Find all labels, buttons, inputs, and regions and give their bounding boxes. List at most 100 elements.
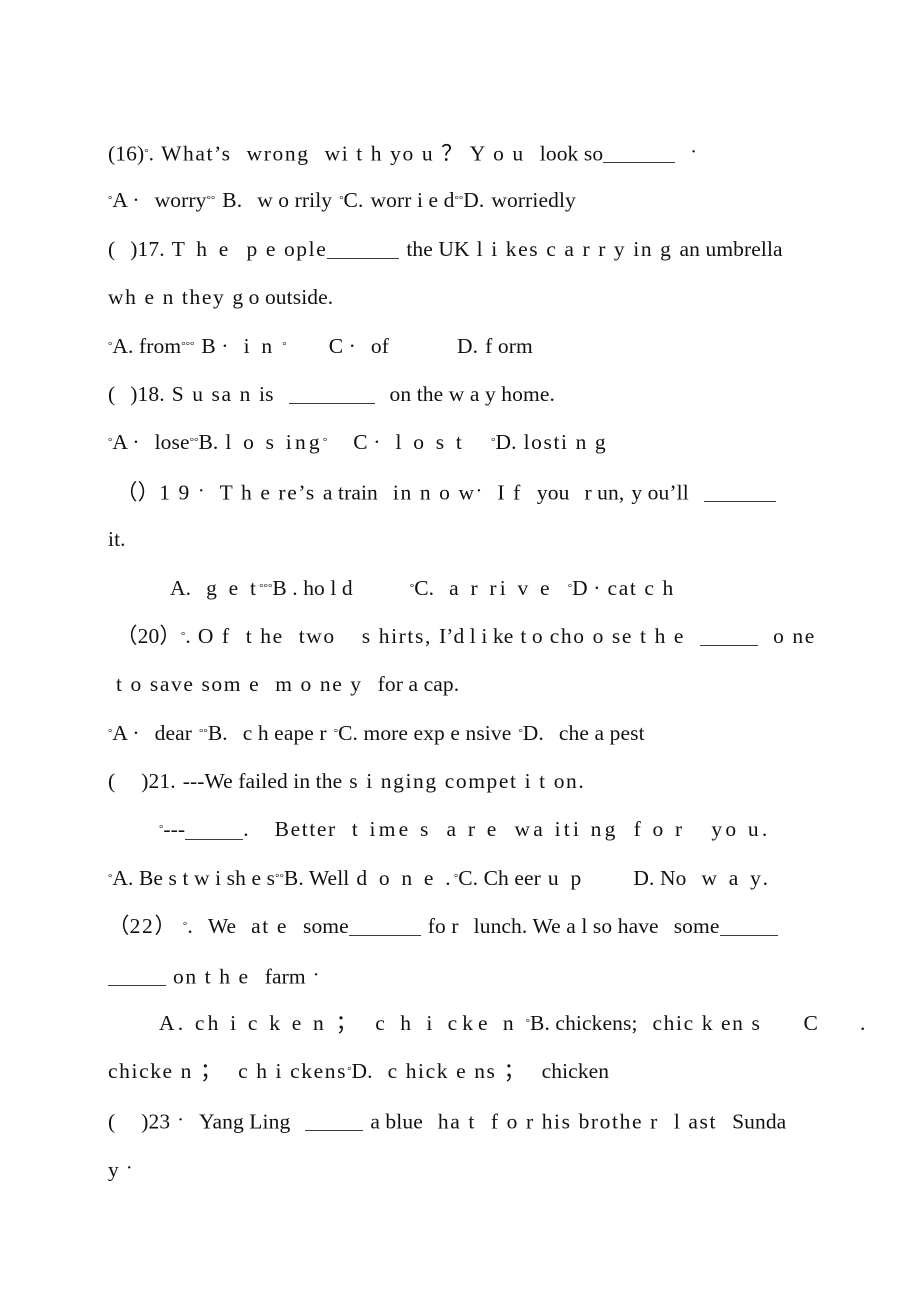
answer-blank-21[interactable] (185, 824, 244, 840)
option-17-d-label[interactable]: D. (457, 334, 478, 358)
question-17-stem-line-2: wh e n they g o outside. (108, 273, 832, 321)
option-22-c-part2[interactable]: chicke n ； (108, 1060, 223, 1084)
option-17-b-text[interactable]: i n (244, 334, 276, 358)
scan-separator-dot: °° (275, 871, 284, 884)
question-18-stem: ()18. S u sa n is on the w a y home. (108, 370, 832, 418)
q20-text-1: O f (197, 624, 231, 649)
q17-text-1: T h e (171, 236, 232, 261)
option-16-b-text[interactable]: w o rrily (257, 189, 332, 213)
option-21-b-label[interactable]: B. Well (284, 866, 349, 890)
option-20-a-label[interactable]: A · (112, 721, 139, 745)
q16-text-1: What’s (161, 141, 232, 166)
q20-text-2: t he (245, 624, 284, 649)
answer-blank-19[interactable] (703, 486, 776, 503)
q20-text-6: t o (520, 624, 543, 649)
option-22-a-part1[interactable]: A. ch i c k e n ； (159, 1011, 360, 1035)
answer-blank-23[interactable] (305, 1115, 364, 1132)
option-20-a-text[interactable]: dear (155, 721, 192, 745)
question-18-number: )18. (130, 381, 165, 406)
answer-blank-20[interactable] (700, 630, 759, 647)
q16-text-2: wrong (246, 141, 310, 166)
option-22-d-label[interactable]: D. (351, 1060, 372, 1084)
option-22-b-part1[interactable]: B. chickens; (530, 1011, 637, 1035)
option-16-a-text[interactable]: worry (155, 189, 207, 213)
option-17-b-label[interactable]: B · (201, 334, 228, 358)
question-16-options: °A · worry°° B. w o rrily °C. worr i e d°°D. w… (108, 176, 832, 224)
scan-separator-dot: ° (322, 436, 328, 449)
option-18-d-text[interactable]: losti n g (524, 431, 608, 455)
answer-blank-22a[interactable] (348, 920, 421, 937)
q21-line2-text-1: Better (274, 817, 337, 842)
q22-text-2: at e (251, 914, 288, 939)
answer-blank-18[interactable] (288, 388, 375, 404)
option-18-a-label[interactable]: A · (112, 431, 139, 455)
option-22-a-part2[interactable]: c h i cke n (375, 1011, 518, 1035)
q23-paren-open: ( (108, 1109, 116, 1134)
option-20-b-label[interactable]: B. (208, 721, 228, 745)
option-21-d-text[interactable]: w a y. (701, 866, 771, 890)
answer-blank-22b[interactable] (719, 920, 778, 937)
option-17-a[interactable]: A. from (112, 334, 181, 358)
option-18-b-label[interactable]: B. (198, 431, 218, 455)
option-21-d-label[interactable]: D. No (633, 866, 686, 890)
option-18-c-label[interactable]: C · (353, 431, 380, 455)
q23-text-1: Yang Ling (199, 1109, 291, 1134)
option-22-c-label[interactable]: C (803, 1011, 817, 1035)
option-22-d-part2[interactable]: c hick e ns ； (388, 1060, 527, 1084)
q18-text-3: on the w a y home. (389, 381, 555, 406)
option-19-c-label[interactable]: C. (414, 576, 434, 600)
answer-blank-17[interactable] (327, 243, 400, 259)
option-21-b-text[interactable]: d o n e . (356, 866, 453, 890)
option-17-d-text[interactable]: f orm (485, 334, 533, 358)
option-16-d-text[interactable]: worriedly (491, 189, 576, 213)
q20-paren-close: ） (159, 624, 181, 649)
option-20-d-text[interactable]: che a pest (559, 721, 645, 745)
q19-text-1: T h e re’s (219, 480, 316, 505)
scan-separator-dot: ° (282, 339, 287, 352)
option-18-b-text[interactable]: l o s ing (225, 431, 323, 455)
option-16-b-label[interactable]: B. (222, 189, 242, 213)
option-19-a-text[interactable]: g e t (206, 576, 259, 600)
option-17-c-label[interactable]: C · (329, 334, 356, 358)
option-19-c-text[interactable]: a r ri v e (449, 576, 553, 600)
scan-separator-dot: °° (454, 194, 464, 207)
option-16-c-label[interactable]: C. (344, 189, 364, 213)
question-22-options-line-2: chicke n ； c h i ckens°D. c hick e ns ； chi… (108, 1047, 832, 1095)
q22-text-5: lunch. We a l so have (473, 914, 659, 939)
option-21-c-label[interactable]: C. Ch eer (458, 866, 541, 890)
option-16-c-text[interactable]: worr i e d (370, 189, 454, 213)
option-20-d-label[interactable]: D. (523, 721, 544, 745)
option-18-c-text[interactable]: l o s t (395, 431, 465, 455)
q22-paren-open: （ (108, 914, 130, 939)
q22-line2-text-2: farm (264, 964, 306, 989)
option-19-d-label[interactable]: D · (572, 576, 600, 600)
question-20-stem-line-2: t o save som e m o ne y for a cap. (108, 660, 832, 708)
q19-dot: · (197, 479, 205, 502)
answer-blank-22c[interactable] (108, 970, 166, 987)
q19-text-4: I f (497, 480, 522, 505)
option-16-d-label[interactable]: D. (463, 189, 484, 213)
q22-paren-close: ） (154, 914, 176, 939)
question-17-options: °A. from°°° B · i n ° C · of D. f orm (108, 322, 832, 370)
option-22-c-part3[interactable]: c h i ckens (238, 1060, 347, 1084)
question-17-stem-line-1: ()17. T h e p e ople the UK l i kes c a r r y… (108, 225, 832, 273)
option-19-b[interactable]: B . ho l d (272, 576, 352, 600)
option-22-b-part2[interactable]: chic k en s (653, 1011, 762, 1035)
option-19-d-text[interactable]: cat c h (608, 576, 675, 600)
option-19-a-label[interactable]: A. (170, 576, 191, 600)
q23-text-2: a blue (370, 1109, 423, 1134)
q19-text-2: a train (322, 480, 378, 505)
option-20-b-text[interactable]: c h eape r (243, 721, 327, 745)
option-21-a[interactable]: A. Be s t w i sh e s (112, 866, 275, 890)
option-21-c-text[interactable]: u p (548, 866, 584, 890)
question-18-options: °A · lose°°B. l o s ing° C · l o s t °D. losti… (108, 418, 832, 466)
option-16-a-label[interactable]: A · (112, 189, 139, 213)
option-20-c[interactable]: C. more exp e nsive (338, 721, 511, 745)
q16-question-mark: ？ (441, 141, 463, 166)
option-18-a-text[interactable]: lose (155, 431, 190, 455)
option-22-d-part3[interactable]: chicken (542, 1060, 610, 1084)
answer-blank-16[interactable] (603, 147, 676, 164)
option-17-c-text[interactable]: of (371, 334, 389, 358)
q17-text-2: p e ople (246, 236, 328, 261)
option-18-d-label[interactable]: D. (495, 431, 516, 455)
